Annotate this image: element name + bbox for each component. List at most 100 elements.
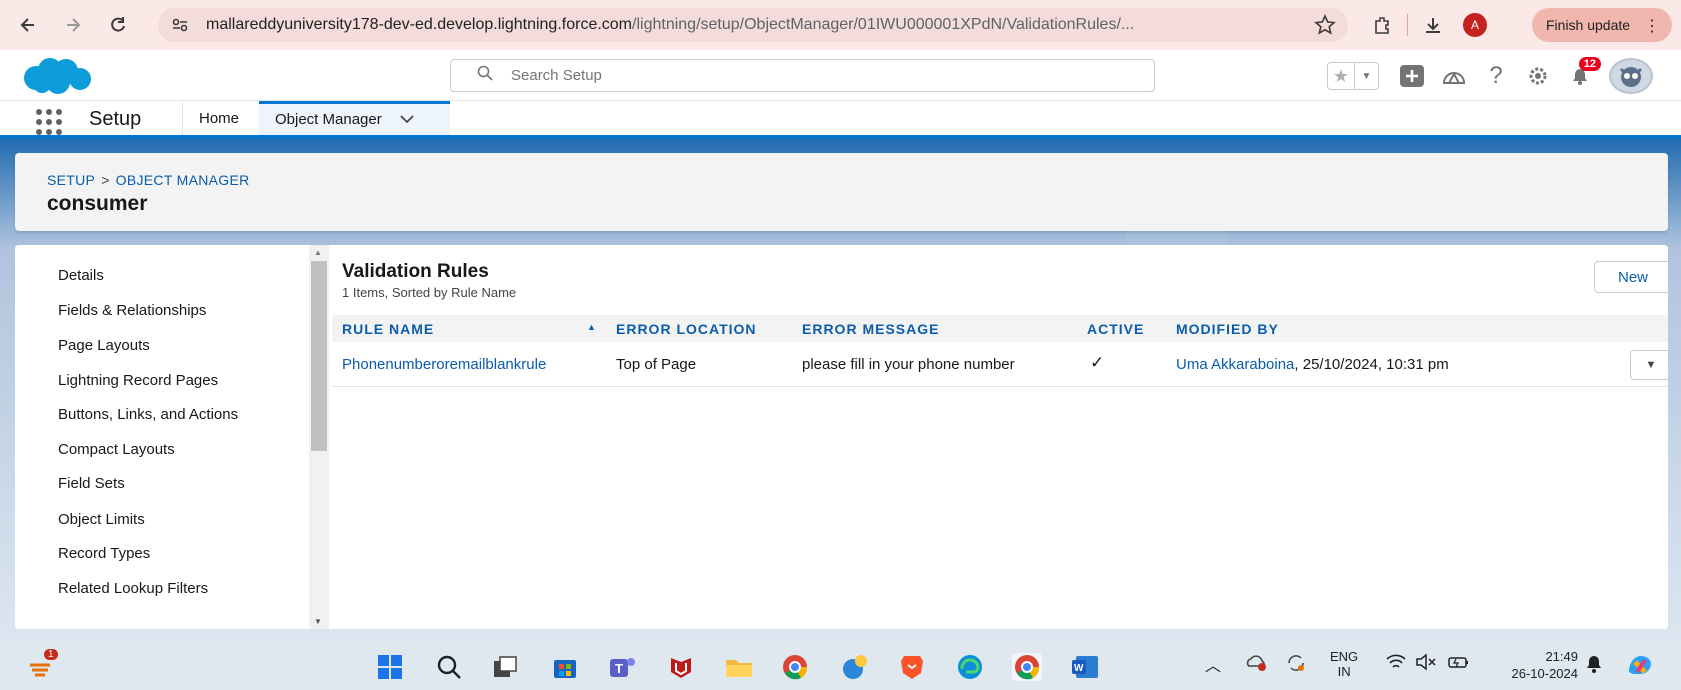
app-name: Setup [89,108,142,130]
language-code: ENG [1330,649,1359,664]
weather-widget-icon[interactable]: 1 [26,649,58,681]
microsoft-store-icon[interactable] [550,653,580,681]
site-info-icon[interactable] [168,13,192,37]
column-header-rule-name[interactable]: RULE NAME [342,321,434,337]
svg-text:T: T [615,661,623,676]
brave-icon[interactable] [897,653,927,681]
object-page-header: SETUP > OBJECT MANAGER consumer [15,153,1668,231]
chrome-active-icon[interactable] [1012,653,1042,681]
column-header-modified-by[interactable]: MODIFIED BY [1176,321,1279,337]
sidebar-item-record-types[interactable]: Record Types [58,545,150,562]
row-actions-dropdown[interactable]: ▼ [1630,350,1668,380]
extensions-icon[interactable] [1365,8,1399,42]
object-sidebar: Details Fields & Relationships Page Layo… [15,245,309,629]
widget-badge: 1 [44,649,58,660]
notifications-bell-icon[interactable]: 12 [1559,57,1601,93]
global-actions-icon[interactable] [1391,59,1433,93]
toolbar-divider [1407,14,1408,36]
download-icon[interactable] [1416,8,1450,42]
edge-icon[interactable] [955,653,985,681]
scroll-thumb[interactable] [311,261,327,451]
chevron-down-icon: ▼ [1645,359,1657,371]
setup-search-input[interactable]: Search Setup [450,59,1155,92]
url-path: /lightning/setup/ObjectManager/01IWU0000… [632,16,1135,33]
more-menu-icon[interactable]: ⋮ [1644,16,1660,36]
column-header-error-message[interactable]: ERROR MESSAGE [802,321,939,337]
browser-toolbar: mallareddyuniversity178-dev-ed.develop.l… [0,0,1681,50]
sidebar-item-compact-layouts[interactable]: Compact Layouts [58,441,175,458]
star-icon[interactable]: ★ [1328,66,1354,87]
setup-gear-icon[interactable] [1517,59,1559,93]
copilot-weather-icon[interactable] [840,653,870,681]
chrome-icon[interactable] [780,653,810,681]
windows-taskbar: 1 T W ︿ ENG IN 21:49 26-10-2024 [0,644,1681,690]
back-icon[interactable] [10,7,46,43]
url-host: mallareddyuniversity178-dev-ed.develop.l… [206,16,633,33]
sidebar-item-object-limits[interactable]: Object Limits [58,511,145,528]
forward-icon[interactable] [55,7,91,43]
sidebar-scrollbar[interactable]: ▲ ▼ [309,245,329,629]
profile-icon[interactable]: A [1458,8,1492,42]
search-icon[interactable] [434,653,464,681]
sidebar-item-related-lookup-filters[interactable]: Related Lookup Filters [58,580,208,597]
app-launcher-icon[interactable] [36,109,66,135]
chevron-down-icon[interactable] [400,111,414,128]
breadcrumb-object-manager-link[interactable]: OBJECT MANAGER [116,172,250,188]
sync-icon[interactable] [1285,652,1307,677]
salesforce-logo[interactable] [18,56,98,96]
context-navigation: Setup Home Object Manager [0,101,1681,138]
scroll-down-arrow-icon[interactable]: ▼ [314,617,322,626]
breadcrumb-setup-link[interactable]: SETUP [47,172,95,188]
notification-bell-icon[interactable] [1584,652,1604,677]
onedrive-status-icon[interactable] [1245,652,1269,675]
tray-overflow-chevron-icon[interactable]: ︿ [1205,652,1221,676]
favorites-dropdown-icon[interactable]: ▼ [1354,63,1378,89]
favorites-button[interactable]: ★ ▼ [1327,62,1379,90]
windows-start-icon[interactable] [375,653,405,681]
region-code: IN [1337,664,1351,679]
mcafee-icon[interactable] [666,653,696,681]
tab-object-manager[interactable]: Object Manager [259,101,450,135]
clock-date: 26-10-2024 [1511,666,1579,681]
file-explorer-icon[interactable] [724,653,754,681]
sidebar-item-details[interactable]: Details [58,267,104,284]
breadcrumb: SETUP > OBJECT MANAGER [47,172,250,188]
tab-home[interactable]: Home [182,101,255,135]
task-view-icon[interactable] [490,653,520,681]
address-bar[interactable]: mallareddyuniversity178-dev-ed.develop.l… [158,8,1348,42]
breadcrumb-separator: > [101,172,110,188]
column-header-error-location[interactable]: ERROR LOCATION [616,321,757,337]
word-icon[interactable]: W [1070,653,1100,681]
reload-icon[interactable] [100,7,136,43]
copilot-icon[interactable] [1625,652,1655,683]
column-header-active[interactable]: ACTIVE [1087,321,1144,337]
user-avatar[interactable] [1609,58,1653,94]
teams-icon[interactable]: T [607,653,637,681]
sort-ascending-icon[interactable]: ▲ [587,322,596,332]
modified-by-user-link[interactable]: Uma Akkaraboina [1176,356,1294,373]
sidebar-item-fields-relationships[interactable]: Fields & Relationships [58,302,206,319]
battery-icon[interactable] [1447,652,1471,675]
clock[interactable]: 21:49 26-10-2024 [1492,648,1579,682]
language-indicator[interactable]: ENG IN [1330,649,1358,679]
wifi-icon[interactable] [1385,652,1407,675]
trailhead-icon[interactable] [1433,59,1475,93]
sidebar-item-buttons-links-actions[interactable]: Buttons, Links, and Actions [58,406,238,423]
sidebar-item-lightning-record-pages[interactable]: Lightning Record Pages [58,372,218,389]
sidebar-item-field-sets[interactable]: Field Sets [58,475,125,492]
sidebar-item-page-layouts[interactable]: Page Layouts [58,337,150,354]
help-icon[interactable]: ? [1475,59,1517,93]
new-rule-button[interactable]: New [1594,261,1668,293]
content-card: Details Fields & Relationships Page Layo… [15,245,1668,629]
rule-name-link[interactable]: Phonenumberoremailblankrule [342,356,546,373]
active-checkmark-icon: ✓ [1090,353,1105,372]
search-placeholder: Search Setup [511,67,602,84]
section-title: Validation Rules [342,261,489,282]
modified-date: , 25/10/2024, 10:31 pm [1294,356,1449,373]
table-row: Phonenumberoremailblankrule Top of Page … [332,342,1668,387]
scroll-up-arrow-icon[interactable]: ▲ [314,248,322,257]
notification-badge: 12 [1578,57,1601,71]
finish-update-button[interactable]: Finish update ⋮ [1532,8,1672,42]
volume-muted-icon[interactable] [1415,652,1437,675]
bookmark-star-icon[interactable] [1314,14,1336,41]
